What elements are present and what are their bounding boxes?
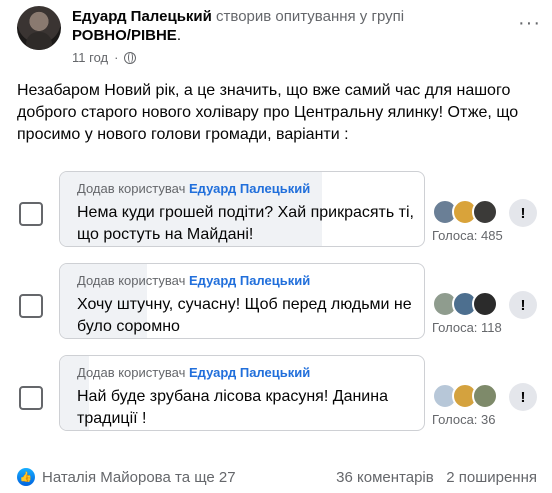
poll-option: Додав користувач Едуард Палецький Нема к… xyxy=(17,171,537,249)
vote-count[interactable]: Голоса: 485 xyxy=(432,228,503,243)
author-name[interactable]: Едуард Палецький xyxy=(72,8,212,25)
vote-count[interactable]: Голоса: 118 xyxy=(432,320,502,335)
post-footer: 👍 Наталія Майорова та ще 27 36 коментарі… xyxy=(17,466,537,490)
voter-avatars[interactable] xyxy=(432,383,498,409)
added-by-line: Додав користувач Едуард Палецький xyxy=(77,181,310,196)
globe-icon xyxy=(124,51,137,64)
post-time[interactable]: 11 год xyxy=(72,50,108,65)
post-body: Незабаром Новий рік, а це значить, що вж… xyxy=(17,82,519,143)
voter-avatar xyxy=(472,291,498,317)
voter-avatar xyxy=(472,383,498,409)
report-option-button[interactable]: ! xyxy=(509,383,537,411)
poll-option-checkbox[interactable] xyxy=(19,202,43,226)
poll-option-card[interactable]: Додав користувач Едуард Палецький Хочу ш… xyxy=(59,263,425,339)
group-name[interactable]: РОВНО/РІВНЕ xyxy=(72,27,177,44)
post-action-text: створив опитування у групі xyxy=(216,8,405,25)
group-suffix: . xyxy=(176,27,181,44)
poll-option-text: Най буде зрубана лісова красуня! Данина … xyxy=(77,388,388,427)
voter-avatars[interactable] xyxy=(432,291,498,317)
poll-option-checkbox[interactable] xyxy=(19,294,43,318)
more-options-button[interactable]: ··· xyxy=(518,12,541,35)
vote-count[interactable]: Голоса: 36 xyxy=(432,412,496,427)
post-header: Едуард Палецький створив опитування у гр… xyxy=(17,6,547,68)
post-meta: 11 год · xyxy=(72,50,137,65)
poll-option-card[interactable]: Додав користувач Едуард Палецький Нема к… xyxy=(59,171,425,247)
poll-option-text: Хочу штучну, сучасну! Щоб перед людьми н… xyxy=(77,296,412,335)
added-prefix: Додав користувач xyxy=(77,181,186,196)
shares-count[interactable]: 2 поширення xyxy=(446,469,537,486)
comments-count[interactable]: 36 коментарів xyxy=(336,469,434,486)
report-option-button[interactable]: ! xyxy=(509,291,537,319)
added-prefix: Додав користувач xyxy=(77,273,186,288)
post-header-text: Едуард Палецький створив опитування у гр… xyxy=(72,7,502,45)
report-option-button[interactable]: ! xyxy=(509,199,537,227)
poll-option: Додав користувач Едуард Палецький Най бу… xyxy=(17,355,537,433)
poll-option: Додав користувач Едуард Палецький Хочу ш… xyxy=(17,263,537,341)
added-by-user[interactable]: Едуард Палецький xyxy=(189,365,310,380)
added-by-user[interactable]: Едуард Палецький xyxy=(189,273,310,288)
added-prefix: Додав користувач xyxy=(77,365,186,380)
poll-option-checkbox[interactable] xyxy=(19,386,43,410)
reactions-summary[interactable]: Наталія Майорова та ще 27 xyxy=(42,469,236,486)
voter-avatar xyxy=(472,199,498,225)
poll-option-card[interactable]: Додав користувач Едуард Палецький Най бу… xyxy=(59,355,425,431)
engagement-counts: 36 коментарів 2 поширення xyxy=(336,469,537,486)
added-by-line: Додав користувач Едуард Палецький xyxy=(77,273,310,288)
like-icon[interactable]: 👍 xyxy=(17,468,35,486)
poll-option-text: Нема куди грошей подіти? Хай прикрасять … xyxy=(77,204,414,243)
author-avatar[interactable] xyxy=(17,6,61,50)
added-by-user[interactable]: Едуард Палецький xyxy=(189,181,310,196)
voter-avatars[interactable] xyxy=(432,199,498,225)
added-by-line: Додав користувач Едуард Палецький xyxy=(77,365,310,380)
